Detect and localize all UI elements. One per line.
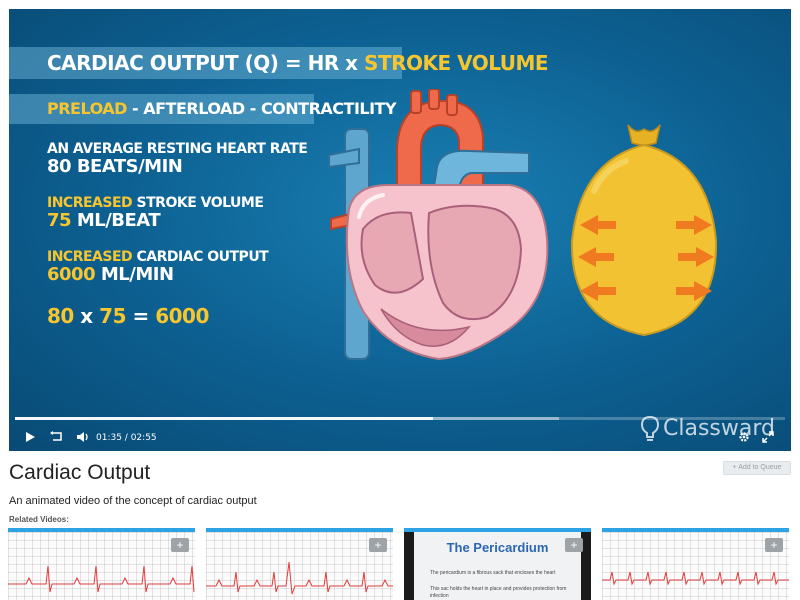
current-time: 01:35 [96,433,122,443]
related-video-card[interactable]: The Pericardium The pericardium is a fib… [404,528,591,600]
hr-label: AN AVERAGE RESTING HEART RATE [47,141,308,157]
ecg-trace-image [206,561,393,595]
eq-eq: = [126,304,156,328]
related-video-bullet: The pericardium is a fibrous sack that e… [430,570,556,576]
related-video-card[interactable]: + [206,528,393,600]
add-related-button[interactable]: + [171,538,189,552]
eq-x: x [73,304,100,328]
add-related-button[interactable]: + [369,538,387,552]
progress-fill [15,417,434,420]
factors-highlight: PRELOAD [47,99,127,118]
ecg-trace-image [602,571,789,586]
co-value-num: 6000 [47,264,96,285]
related-videos-label: Related Videos: [9,515,69,524]
equation: 80 x 75 = 6000 [47,304,209,328]
related-video-title: The Pericardium [446,540,549,555]
related-video-card[interactable]: + [602,528,789,600]
eq-c: 6000 [155,304,209,328]
sv-rest: STROKE VOLUME [132,195,264,211]
video-description: An animated video of the concept of card… [9,495,257,507]
co-value: 6000 ML/MIN [47,264,174,285]
progress-bar[interactable] [15,417,785,420]
time-separator: / [121,433,131,443]
gear-icon [739,432,749,442]
duration: 02:55 [130,433,157,443]
hr-value: 80 BEATS/MIN [47,156,183,177]
sv-label: INCREASED STROKE VOLUME [47,195,264,211]
add-related-button[interactable]: + [765,538,783,552]
sv-highlight: INCREASED [47,195,133,211]
play-icon [26,432,35,442]
co-value-unit: ML/MIN [95,264,174,285]
co-label: INCREASED CARDIAC OUTPUT [47,249,269,265]
rewind-button[interactable] [49,429,65,445]
video-player[interactable]: CARDIAC OUTPUT (Q) = HR x STROKE VOLUME … [9,9,791,451]
play-button[interactable] [23,429,37,445]
eq-b: 75 [99,304,127,328]
related-video-bullet: This sac holds the heart in place and pr… [430,586,567,599]
related-video-card[interactable]: + [8,528,195,600]
volume-button[interactable] [75,429,91,445]
eq-a: 80 [47,304,74,328]
formula-highlight: STROKE VOLUME [364,51,549,75]
formula-prefix: CARDIAC OUTPUT (Q) = HR x [47,51,365,75]
co-highlight: INCREASED [47,249,133,265]
add-to-queue-button[interactable]: + Add to Queue [723,461,791,475]
sv-value: 75 ML/BEAT [47,210,161,231]
sv-value-num: 75 [47,210,72,231]
slide-border-left [404,532,414,600]
balloon-illustration [570,124,718,337]
ecg-trace-image [8,565,195,593]
page-title: Cardiac Output [9,461,151,484]
fullscreen-icon [762,431,774,443]
heart-illustration [328,89,549,361]
add-related-button[interactable]: + [565,538,583,552]
time-display: 01:35 / 02:55 [96,433,157,443]
formula-text: CARDIAC OUTPUT (Q) = HR x STROKE VOLUME [47,51,549,75]
fullscreen-button[interactable] [761,429,775,445]
rewind-10-icon [50,431,62,441]
co-rest: CARDIAC OUTPUT [132,249,269,265]
player-controls: 01:35 / 02:55 [9,413,791,451]
sv-value-unit: ML/BEAT [71,210,161,231]
settings-button[interactable] [737,429,751,445]
volume-icon [77,432,88,442]
